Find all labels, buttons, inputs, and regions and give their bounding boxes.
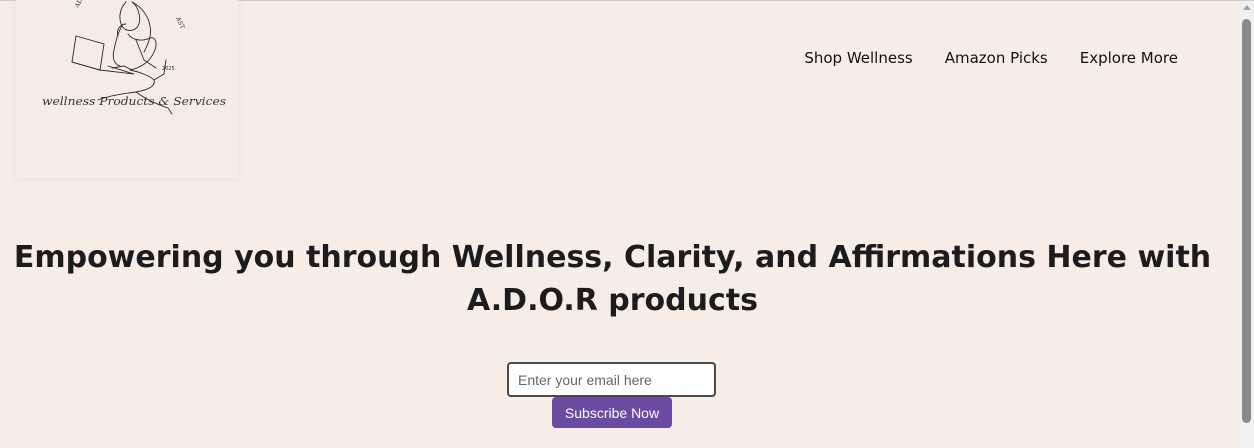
vertical-scrollbar[interactable] [1239, 1, 1254, 448]
nav-amazon-picks-link[interactable]: Amazon Picks [945, 48, 1048, 68]
email-input[interactable] [507, 362, 716, 397]
nav-explore-more-link[interactable]: Explore More [1080, 48, 1178, 68]
scrollbar-thumb[interactable] [1242, 19, 1251, 423]
subscribe-button[interactable]: Subscribe Now [552, 397, 672, 428]
svg-text:ADO: ADO [73, 0, 87, 10]
site-logo[interactable]: ADO AST 2025 wellness Products & Service… [16, 0, 238, 178]
hero-title: Empowering you through Wellness, Clarity… [13, 240, 1212, 318]
logo-year-text: 2025 [162, 66, 175, 72]
scroll-up-arrow-icon[interactable] [1243, 5, 1251, 10]
logo-illustration-icon: ADO AST 2025 wellness Products & Service… [42, 0, 226, 115]
logo-tagline-text: wellness Products & Services [42, 95, 226, 108]
svg-text:AST: AST [174, 15, 186, 30]
page: ADO AST 2025 wellness Products & Service… [0, 0, 1239, 448]
main-nav: Shop Wellness Amazon Picks Explore More [804, 48, 1178, 68]
nav-shop-wellness-link[interactable]: Shop Wellness [804, 48, 912, 68]
